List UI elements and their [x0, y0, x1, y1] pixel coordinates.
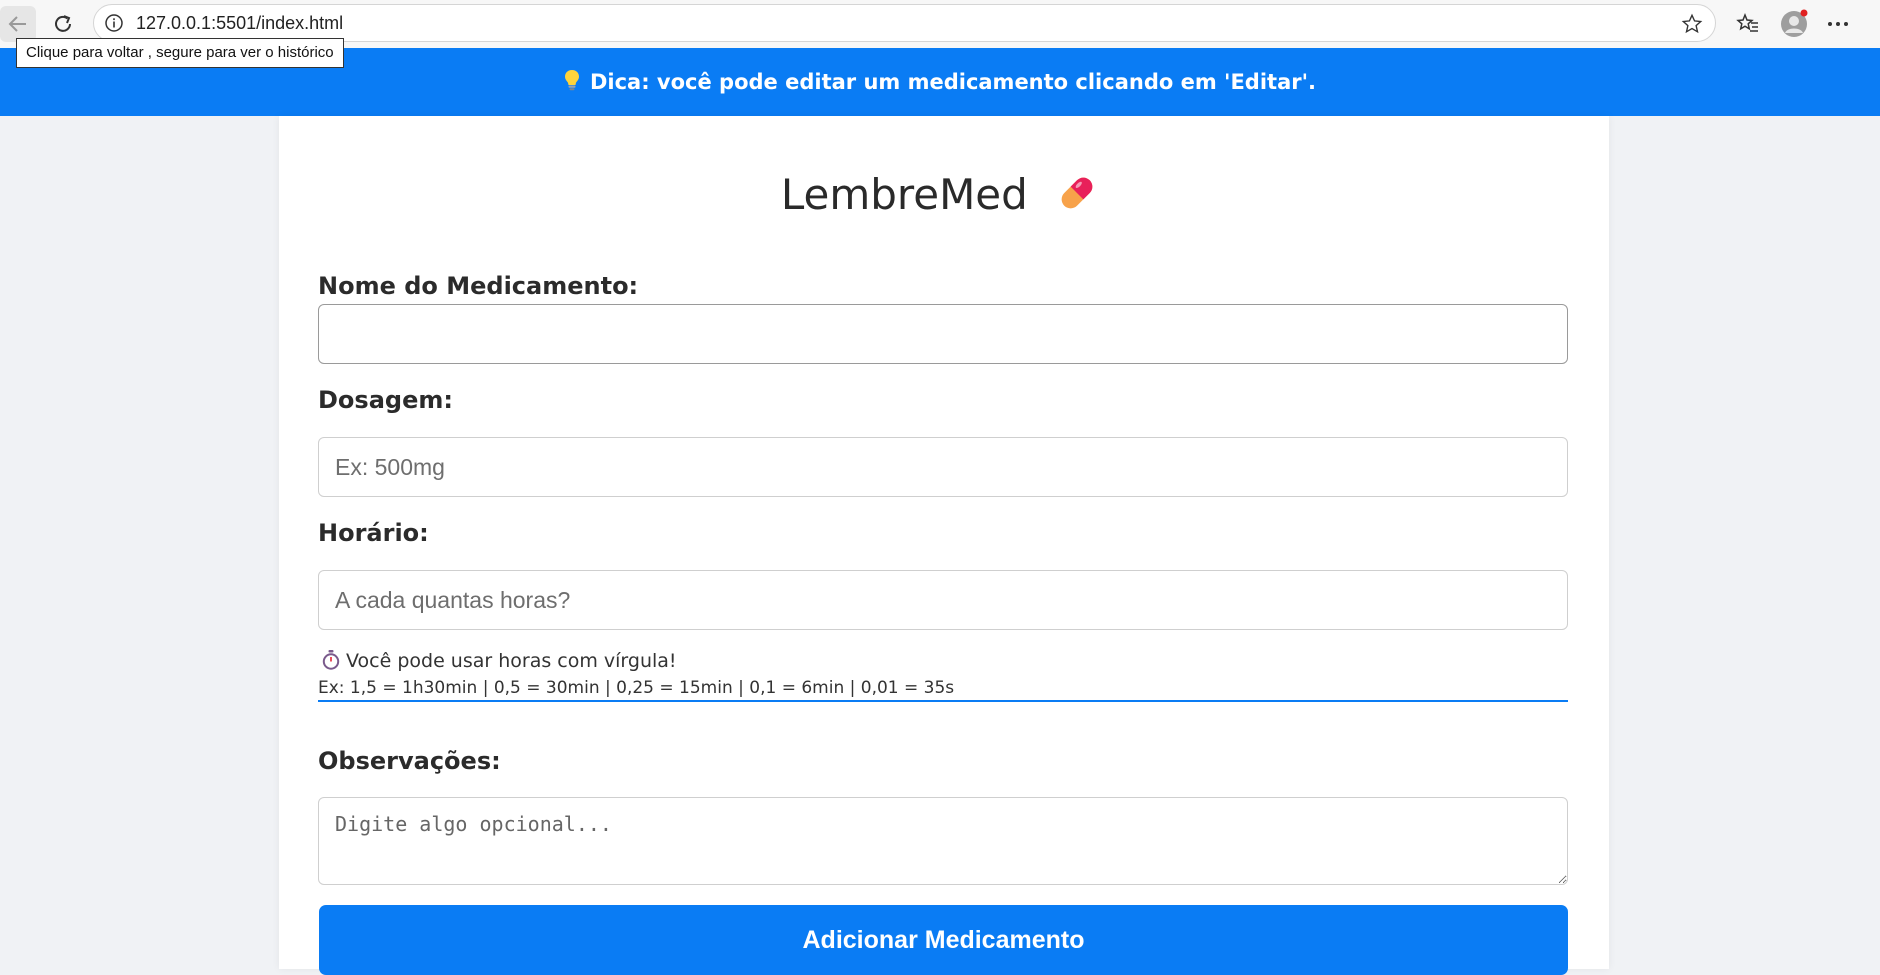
address-url[interactable]: 127.0.0.1:5501/index.html: [136, 13, 343, 34]
reload-icon: [55, 15, 71, 32]
reload-button[interactable]: [45, 6, 81, 42]
address-bar[interactable]: 127.0.0.1:5501/index.html: [93, 4, 1716, 42]
back-button-tooltip: Clique para voltar , segure para ver o h…: [16, 38, 344, 68]
notes-label: Observações:: [318, 747, 501, 775]
app-title: LembreMed: [780, 170, 1028, 219]
dosage-input[interactable]: [318, 437, 1568, 497]
schedule-label: Horário:: [318, 519, 429, 547]
schedule-hint-line: Você pode usar horas com vírgula!: [322, 650, 677, 672]
more-options-icon[interactable]: [1822, 8, 1854, 40]
favorite-star-icon[interactable]: [1681, 13, 1703, 39]
notes-textarea[interactable]: [318, 797, 1568, 885]
tip-text: Dica: você pode editar um medicamento cl…: [589, 70, 1317, 94]
schedule-hours-input[interactable]: [318, 570, 1568, 630]
profile-avatar[interactable]: [1778, 8, 1810, 40]
arrow-left-icon: [8, 16, 26, 32]
copilot-icon[interactable]: [1868, 8, 1880, 40]
dosage-label: Dosagem:: [318, 386, 453, 414]
hint-examples: Ex: 1,5 = 1h30min | 0,5 = 30min | 0,25 =…: [318, 678, 955, 698]
stopwatch-icon: [322, 650, 340, 670]
site-info-icon[interactable]: [104, 13, 124, 37]
schedule-hint: Você pode usar horas com vírgula! Ex: 1,…: [318, 648, 1568, 702]
back-button[interactable]: [0, 6, 36, 42]
favorites-icon[interactable]: [1732, 8, 1764, 40]
add-medication-button[interactable]: Adicionar Medicamento: [319, 905, 1568, 975]
lightbulb-icon: [564, 69, 580, 96]
hint-text: Você pode usar horas com vírgula!: [346, 650, 677, 672]
pill-icon: [1055, 171, 1099, 225]
medication-name-input[interactable]: [318, 304, 1568, 364]
app-header: LembreMed: [0, 170, 1880, 225]
medication-name-label: Nome do Medicamento:: [318, 272, 639, 300]
